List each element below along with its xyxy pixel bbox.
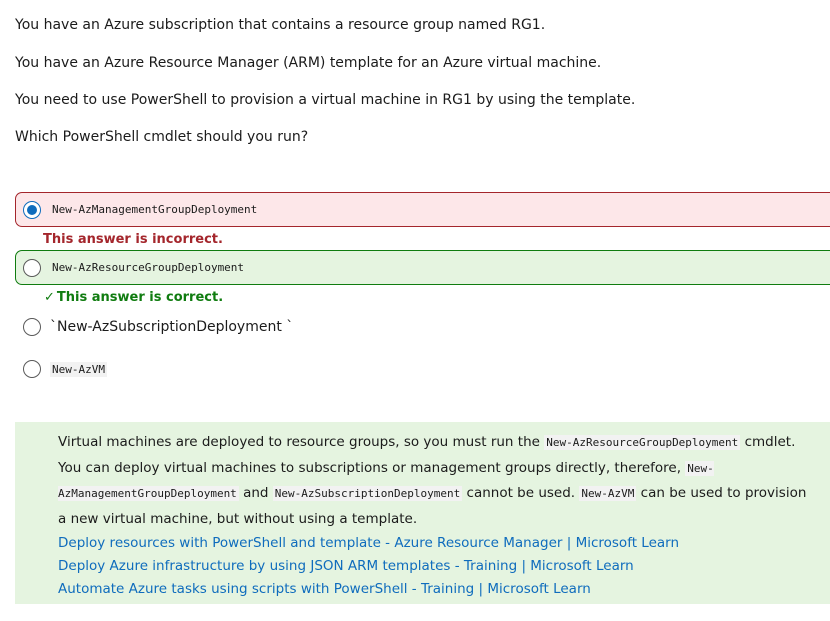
explanation-code: New-AzVM [579, 486, 637, 501]
option-label: New-AzResourceGroupDeployment [52, 261, 245, 274]
option-label: New-AzManagementGroupDeployment [52, 203, 258, 216]
correct-feedback: ✓ This answer is correct. [44, 290, 223, 305]
explanation-segment: cannot be used. [462, 485, 580, 501]
question-line-1: You have an Azure subscription that cont… [15, 17, 546, 33]
radio-icon[interactable] [23, 318, 41, 336]
link-deploy-azure-arm-templates[interactable]: Deploy Azure infrastructure by using JSO… [58, 555, 810, 578]
option-label: New-AzVM [50, 361, 107, 377]
explanation-code: New-AzSubscriptionDeployment [272, 486, 463, 501]
correct-feedback-text: This answer is correct. [56, 290, 224, 305]
link-automate-azure-tasks[interactable]: Automate Azure tasks using scripts with … [58, 578, 810, 601]
radio-selected-icon[interactable] [23, 200, 41, 219]
option-label: `New-AzSubscriptionDeployment ` [50, 319, 294, 335]
question-prompt: Which PowerShell cmdlet should you run? [15, 129, 309, 145]
explanation-segment: Virtual machines are deployed to resourc… [58, 434, 545, 450]
explanation-panel: Virtual machines are deployed to resourc… [15, 422, 830, 604]
checkmark-icon: ✓ [44, 290, 55, 305]
question-line-2: You have an Azure Resource Manager (ARM)… [15, 55, 602, 71]
question-line-3: You need to use PowerShell to provision … [15, 92, 636, 108]
radio-icon[interactable] [23, 258, 41, 277]
link-deploy-resources-powershell[interactable]: Deploy resources with PowerShell and tem… [58, 532, 810, 555]
radio-icon[interactable] [23, 360, 41, 378]
explanation-code: New-AzResourceGroupDeployment [544, 435, 741, 450]
option-new-azvm[interactable]: New-AzVM [15, 359, 107, 379]
option-management-group-deployment[interactable]: New-AzManagementGroupDeployment [15, 192, 830, 227]
option-subscription-deployment[interactable]: `New-AzSubscriptionDeployment ` [15, 317, 293, 337]
explanation-text: Virtual machines are deployed to resourc… [58, 430, 810, 532]
incorrect-feedback: This answer is incorrect. [43, 232, 223, 247]
explanation-segment: and [238, 485, 273, 501]
option-resource-group-deployment[interactable]: New-AzResourceGroupDeployment [15, 250, 830, 285]
